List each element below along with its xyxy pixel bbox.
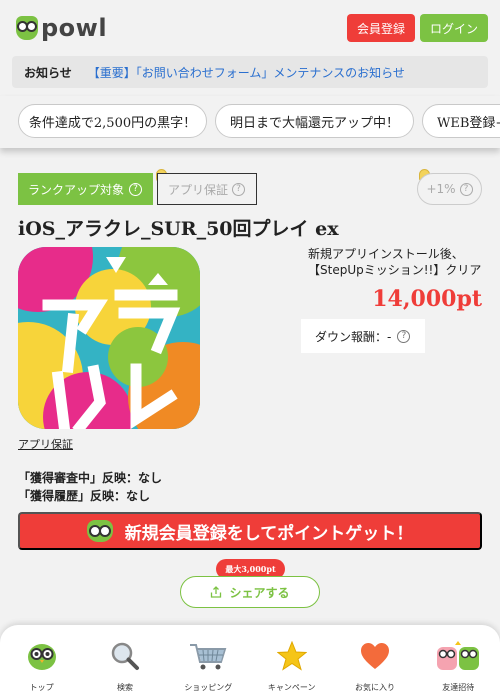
nav-label: トップ (29, 683, 54, 692)
offer-points: 14,000pt (372, 286, 482, 312)
nav-label: お気に入り (354, 683, 395, 692)
nav-item-shopping[interactable]: ショッピング (167, 625, 250, 700)
bonus-rate-label: +1% (426, 182, 456, 196)
app-guarantee-label: アプリ保証 (168, 182, 229, 197)
login-button[interactable]: ログイン (420, 14, 488, 42)
promo-strip: 条件達成で2,500円の黒字！ 明日まで大幅還元アップ中！ WEB登録+ (0, 96, 500, 148)
site-header: powl 会員登録 ログイン お知らせ 【重要】「お問い合わせフォーム」メンテナ… (0, 0, 500, 96)
cart-icon (189, 640, 227, 672)
nav-label: ショッピング (184, 683, 233, 692)
owl-icon (27, 640, 57, 672)
friends-icon (436, 640, 480, 672)
offer-detail: ランクアップ対象 ? アプリ保証 ? +1% ? iOS_アラクレ_SUR_50… (0, 148, 500, 618)
logo-text: powl (41, 14, 108, 42)
register-button[interactable]: 会員登録 (347, 14, 415, 42)
site-logo[interactable]: powl (16, 14, 107, 42)
help-icon: ? (129, 182, 143, 196)
help-icon: ? (232, 182, 246, 196)
nav-item-favorites[interactable]: お気に入り (333, 625, 416, 700)
status-line: 「獲得審査中」反映：なし (18, 471, 163, 485)
heart-icon (360, 640, 390, 672)
nav-label: キャンペーン (267, 683, 316, 692)
bottom-nav: トップ 検索 ショッピング キャンペーン お気に入り 友達招待 (0, 625, 500, 700)
promo-chip[interactable]: 条件達成で2,500円の黒字！ (18, 104, 207, 138)
reflection-status: 「獲得審査中」反映：なし 「獲得履歴」反映：なし (18, 469, 162, 505)
app-icon-image[interactable] (18, 247, 200, 429)
nav-item-invite[interactable]: 友達招待 (417, 625, 500, 700)
share-icon (211, 586, 222, 598)
status-line: 「獲得履歴」反映：なし (18, 489, 151, 503)
help-icon: ? (459, 182, 473, 196)
rank-up-tag[interactable]: ランクアップ対象 ? (18, 173, 153, 205)
notice-label: お知らせ (24, 65, 72, 80)
search-icon (110, 640, 140, 672)
nav-item-top[interactable]: トップ (0, 625, 83, 700)
bonus-rate-tag[interactable]: +1% ? (417, 173, 482, 205)
promo-chip[interactable]: WEB登録+ (422, 104, 500, 138)
offer-description: 新規アプリインストール後、【StepUpミッション!!】クリア (308, 247, 482, 277)
share-button[interactable]: シェアする (180, 576, 320, 608)
app-icon-graphic (18, 247, 200, 429)
owl-icon (86, 520, 113, 542)
share-label: シェアする (229, 585, 290, 600)
down-reward-box[interactable]: ダウン報酬：- ? (301, 319, 425, 353)
help-icon: ? (397, 329, 411, 343)
offer-title: iOS_アラクレ_SUR_50回プレイ ex (18, 218, 339, 240)
owl-logo-icon (16, 16, 38, 40)
nav-item-search[interactable]: 検索 (83, 625, 166, 700)
star-icon (276, 640, 307, 672)
app-guarantee-link[interactable]: アプリ保証 (18, 436, 73, 452)
signup-cta-button[interactable]: 新規会員登録をしてポイントゲット！ (18, 512, 482, 550)
rank-up-label: ランクアップ対象 (28, 182, 125, 197)
nav-label: 友達招待 (442, 683, 475, 692)
nav-label: 検索 (116, 683, 133, 692)
promo-chip[interactable]: 明日まで大幅還元アップ中！ (215, 104, 414, 138)
cta-label: 新規会員登録をしてポイントゲット！ (124, 523, 414, 543)
nav-item-campaign[interactable]: キャンペーン (250, 625, 333, 700)
app-guarantee-tag[interactable]: アプリ保証 ? (157, 173, 257, 205)
down-reward-label: ダウン報酬：- (315, 329, 392, 344)
notice-link[interactable]: 【重要】「お問い合わせフォーム」メンテナンスのお知らせ (88, 64, 405, 81)
notice-bar: お知らせ 【重要】「お問い合わせフォーム」メンテナンスのお知らせ (12, 56, 488, 88)
